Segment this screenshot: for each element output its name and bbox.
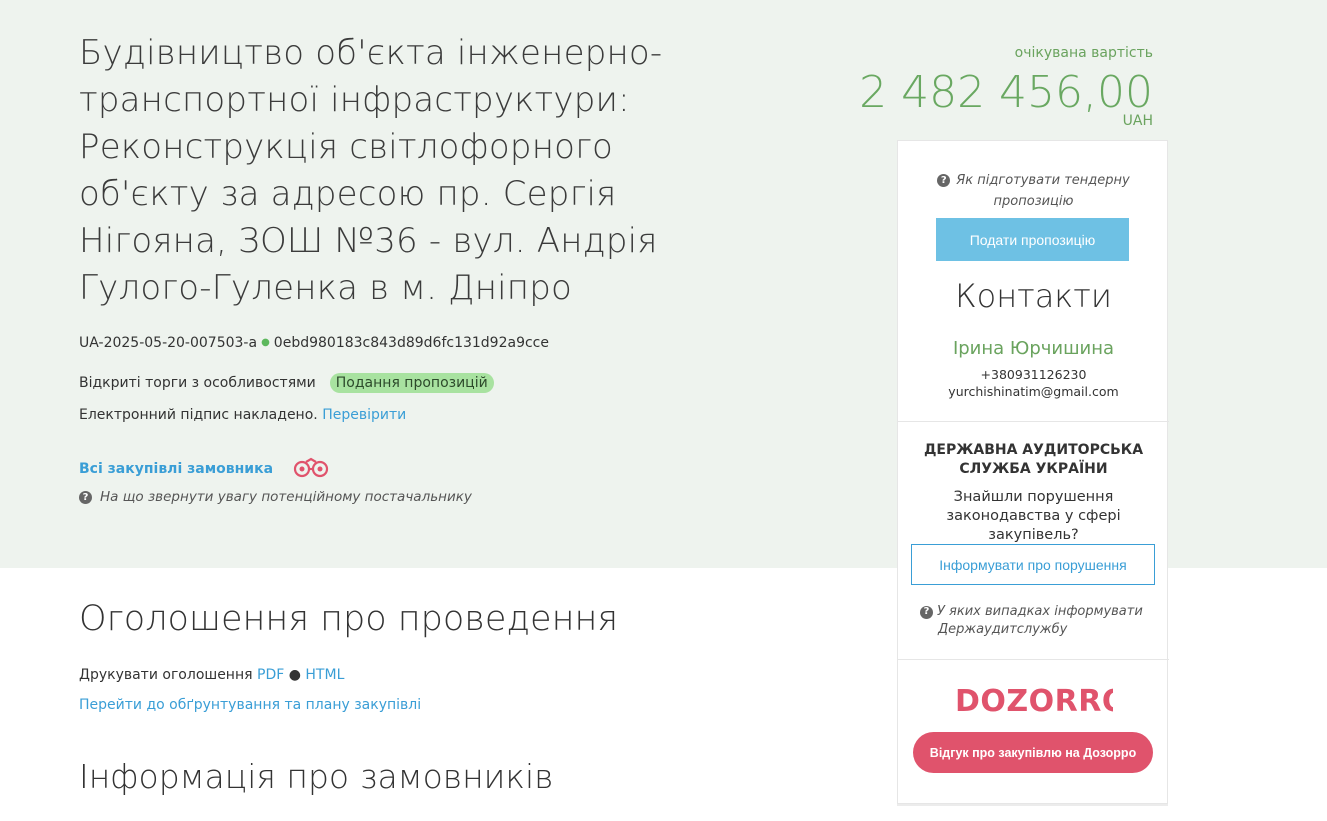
when-to-report-line2: Держаудитслужбу — [938, 622, 1068, 637]
status-badge: Подання пропозицій — [329, 373, 494, 393]
when-to-report-line1: У яких випадках інформувати — [937, 604, 1143, 619]
when-to-report-tip[interactable]: ? У яких випадках інформувати Держаудитсл… — [920, 603, 1160, 639]
binoculars-icon[interactable] — [290, 456, 332, 482]
contact-name: Ірина Юрчишина — [952, 338, 1115, 359]
expected-value-amount: 2 482 456,00 — [859, 67, 1153, 118]
print-label: Друкувати оголошення — [79, 667, 253, 683]
separator-dot-icon: ● — [288, 667, 301, 683]
expected-value-label: очікувана вартість — [1014, 45, 1153, 61]
procedure-row: Відкриті торги з особливостями Подання п… — [79, 373, 494, 393]
tender-title: Будівництво об'єкта інженерно-транспортн… — [79, 33, 663, 308]
procedure-type: Відкриті торги з особливостями — [79, 375, 316, 391]
question-icon: ? — [937, 174, 951, 187]
dozorro-logo: DOZORRO — [953, 679, 1127, 727]
divider — [898, 659, 1169, 660]
audit-service-question: Знайшли порушення законодавства у сфері … — [946, 489, 1121, 543]
how-to-prepare-tip[interactable]: ? Як підготувати тендерну пропозицію — [898, 170, 1169, 212]
signature-text: Електронний підпис накладено. — [79, 407, 318, 423]
submit-bid-button[interactable]: Подати пропозицію — [936, 218, 1129, 261]
buyers-info-heading: Інформація про замовників — [79, 757, 554, 796]
separator-dot-icon: ● — [261, 337, 270, 348]
currency-label: UAH — [1122, 113, 1153, 129]
print-announcement-row: Друкувати оголошення PDF ● HTML — [79, 667, 344, 683]
question-icon: ? — [920, 605, 933, 619]
tender-id: UA-2025-05-20-007503-a — [79, 335, 258, 351]
dozorro-logo-text: DOZORRO — [955, 684, 1113, 719]
print-html-link[interactable]: HTML — [305, 667, 344, 683]
attention-text: На що звернути увагу потенційному постач… — [100, 489, 472, 505]
divider — [898, 421, 1169, 422]
contacts-heading: Контакти — [955, 277, 1112, 315]
dozorro-feedback-button[interactable]: Відгук про закупівлю на Дозорро — [913, 732, 1153, 773]
all-buyer-tenders: Всі закупівлі замовника — [79, 456, 332, 482]
print-pdf-link[interactable]: PDF — [257, 667, 284, 683]
announcement-heading: Оголошення про проведення — [79, 599, 619, 639]
contact-email: yurchishinatim@gmail.com — [948, 384, 1119, 399]
verify-signature-link[interactable]: Перевірити — [322, 407, 406, 423]
signature-row: Електронний підпис накладено. Перевірити — [79, 407, 406, 423]
sidebar-card: ? Як підготувати тендерну пропозицію Пода… — [897, 140, 1169, 804]
report-violation-button[interactable]: Інформувати про порушення — [911, 544, 1155, 585]
tender-hash: 0ebd980183c843d89d6fc131d92a9cce — [273, 335, 549, 351]
all-buyer-tenders-link[interactable]: Всі закупівлі замовника — [79, 461, 273, 477]
how-to-prepare-text: Як підготувати тендерну пропозицію — [956, 173, 1130, 209]
procurement-plan-link[interactable]: Перейти до обґрунтування та плану закупі… — [79, 697, 421, 713]
attention-tip[interactable]: ? На що звернути увагу потенційному пост… — [79, 489, 472, 505]
audit-service-title: ДЕРЖАВНА АУДИТОРСЬКА СЛУЖБА УКРАЇНИ — [923, 442, 1144, 477]
contact-phone: +380931126230 — [980, 367, 1087, 382]
question-icon: ? — [79, 490, 92, 504]
tender-identifiers: UA-2025-05-20-007503-a ● 0ebd980183c843d89… — [79, 335, 549, 351]
